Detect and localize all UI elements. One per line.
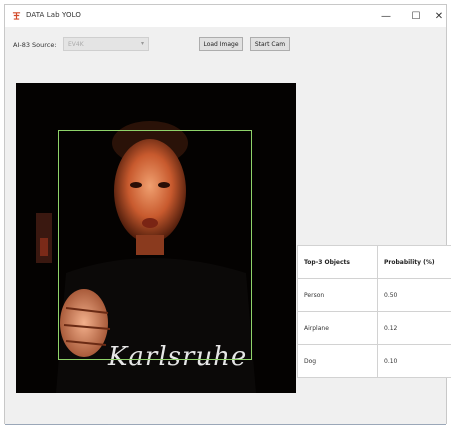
app-logo-icon xyxy=(12,11,21,20)
chevron-down-icon: ▾ xyxy=(140,40,144,47)
source-label: AI-83 Source: xyxy=(13,41,57,49)
maximize-button[interactable]: ☐ xyxy=(401,5,431,27)
start-cam-button[interactable]: Start Cam xyxy=(250,37,290,51)
table-row: Dog 0.10 xyxy=(297,344,451,378)
table-row: Airplane 0.12 xyxy=(297,311,451,345)
table-row: Person 0.50 xyxy=(297,278,451,312)
maximize-icon: ☐ xyxy=(411,10,421,22)
probability-cell: 0.50 xyxy=(377,278,451,312)
image-display: Karlsruhe xyxy=(16,83,296,393)
column-header-objects: Top-3 Objects xyxy=(297,245,378,279)
object-cell: Person xyxy=(297,278,378,312)
load-image-button[interactable]: Load Image xyxy=(199,37,243,51)
object-cell: Dog xyxy=(297,344,378,378)
window-bottom-border xyxy=(5,424,446,425)
window-title: DATA Lab YOLO xyxy=(26,11,81,19)
probability-cell: 0.10 xyxy=(377,344,451,378)
source-selected-value: EV4K xyxy=(68,41,84,48)
column-header-probability: Probability (%) xyxy=(377,245,451,279)
results-table: Top-3 Objects Probability (%) Person 0.5… xyxy=(297,245,451,378)
source-dropdown[interactable]: EV4K ▾ xyxy=(63,37,149,51)
status-bar xyxy=(5,400,446,425)
close-icon: ✕ xyxy=(434,10,444,22)
table-header-row: Top-3 Objects Probability (%) xyxy=(297,245,451,279)
title-bar[interactable]: DATA Lab YOLO — ☐ ✕ xyxy=(5,5,446,27)
minimize-icon: — xyxy=(381,10,391,22)
detection-bounding-box xyxy=(58,130,252,360)
probability-cell: 0.12 xyxy=(377,311,451,345)
app-window: DATA Lab YOLO — ☐ ✕ AI-83 Source: EV4K ▾… xyxy=(4,4,451,425)
object-cell: Airplane xyxy=(297,311,378,345)
minimize-button[interactable]: — xyxy=(371,5,401,27)
close-button[interactable]: ✕ xyxy=(430,5,448,27)
